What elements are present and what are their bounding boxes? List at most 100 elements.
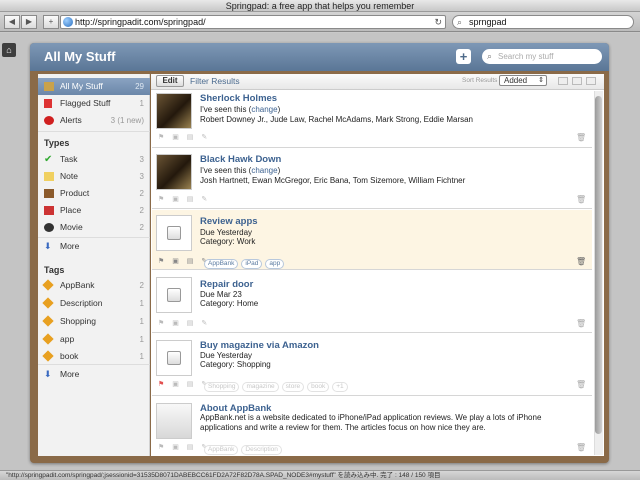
tag-chip[interactable]: book bbox=[307, 382, 330, 392]
item-action-icons[interactable]: ⚑ ▣ ▤ ✎ bbox=[158, 443, 210, 451]
item-due: Due Yesterday bbox=[200, 228, 253, 237]
filter-results-link[interactable]: Filter Results bbox=[190, 76, 240, 86]
sidebar-tag-shopping[interactable]: Shopping 1 bbox=[38, 313, 150, 330]
trash-icon[interactable]: 🗑 bbox=[576, 380, 586, 389]
film-reel-icon bbox=[44, 223, 54, 232]
tag-chip[interactable]: store bbox=[281, 382, 305, 392]
list-item[interactable]: Sherlock Holmes I've seen this (change) … bbox=[152, 91, 592, 148]
alert-icon bbox=[44, 116, 54, 125]
sidebar-item-count: 2 bbox=[139, 189, 144, 198]
sidebar-tag-book[interactable]: book 1 bbox=[38, 348, 150, 365]
tag-chip[interactable]: AppBank bbox=[204, 445, 239, 455]
trash-icon[interactable]: 🗑 bbox=[576, 133, 586, 142]
tag-icon bbox=[42, 350, 54, 362]
address-bar[interactable]: http://springpadit.com/springpad/ ↻ bbox=[60, 15, 446, 29]
tag-chip[interactable]: app bbox=[265, 259, 285, 269]
item-title[interactable]: Buy magazine via Amazon bbox=[200, 340, 319, 351]
sidebar-item-label: Note bbox=[60, 171, 78, 181]
scrollbar-thumb[interactable] bbox=[595, 96, 602, 434]
trash-icon[interactable]: 🗑 bbox=[576, 195, 586, 204]
item-title[interactable]: Review apps bbox=[200, 216, 258, 227]
address-text: http://springpadit.com/springpad/ bbox=[75, 17, 206, 27]
forward-button[interactable]: ▶ bbox=[21, 15, 37, 29]
sidebar-item-place[interactable]: Place 2 bbox=[38, 202, 150, 219]
divider bbox=[38, 364, 150, 365]
sidebar-item-label: More bbox=[60, 241, 80, 251]
checkbox-icon[interactable] bbox=[167, 288, 181, 302]
forward-arrow-icon: ▶ bbox=[25, 17, 33, 26]
add-bookmark-button[interactable]: + bbox=[43, 15, 59, 29]
item-action-icons[interactable]: ⚑ ▣ ▤ ✎ bbox=[158, 319, 210, 327]
item-due: Due Mar 23 bbox=[200, 290, 242, 299]
sort-select[interactable]: Added ⇕ bbox=[499, 75, 547, 86]
item-title[interactable]: Sherlock Holmes bbox=[200, 93, 277, 104]
tag-chip[interactable]: magazine bbox=[242, 382, 279, 392]
tag-chip[interactable]: AppBank bbox=[204, 259, 239, 269]
edit-button[interactable]: Edit bbox=[156, 75, 184, 87]
sidebar-item-count: 1 bbox=[139, 317, 144, 326]
tag-chip[interactable]: +1 bbox=[332, 382, 348, 392]
item-action-icons[interactable]: ⚑ ▣ ▤ ✎ bbox=[158, 380, 210, 388]
chevron-updown-icon: ⇕ bbox=[538, 77, 544, 84]
add-item-button[interactable]: + bbox=[456, 49, 471, 64]
back-button[interactable]: ◀ bbox=[4, 15, 20, 29]
trash-icon[interactable]: 🗑 bbox=[576, 319, 586, 328]
checkbox-icon[interactable] bbox=[167, 226, 181, 240]
sidebar-item-flagged[interactable]: Flagged Stuff 1 bbox=[38, 95, 150, 112]
sidebar-item-task[interactable]: ✔ Task 3 bbox=[38, 151, 150, 168]
item-title[interactable]: Repair door bbox=[200, 279, 253, 290]
item-action-icons[interactable]: ⚑ ▣ ▤ ✎ bbox=[158, 133, 210, 141]
item-action-icons[interactable]: ⚑ ▣ ▤ ✎ bbox=[158, 195, 210, 203]
app-search-input[interactable]: ⌕ Search my stuff bbox=[482, 49, 602, 64]
sidebar-item-count: 29 bbox=[135, 82, 144, 91]
compact-view-button[interactable] bbox=[572, 77, 582, 85]
sidebar-tag-appbank[interactable]: AppBank 2 bbox=[38, 277, 150, 294]
sidebar-item-movie[interactable]: Movie 2 bbox=[38, 219, 150, 236]
tag-chip[interactable]: iPad bbox=[241, 259, 263, 269]
sidebar-tag-app[interactable]: app 1 bbox=[38, 331, 150, 348]
sidebar-item-label: More bbox=[60, 369, 80, 379]
item-title[interactable]: Black Hawk Down bbox=[200, 154, 281, 165]
list-item[interactable]: Repair door Due Mar 23 Category: Home ⚑ … bbox=[152, 271, 592, 333]
flag-icon bbox=[44, 99, 52, 108]
browser-search-field[interactable]: ⌕ sprngpad bbox=[452, 15, 634, 29]
sidebar-item-label: AppBank bbox=[60, 280, 95, 290]
home-icon: ⌂ bbox=[6, 45, 12, 55]
reload-icon[interactable]: ↻ bbox=[434, 16, 442, 28]
trash-icon[interactable]: 🗑 bbox=[576, 443, 586, 452]
sort-label: Sort Results bbox=[462, 77, 498, 84]
list-view-button[interactable] bbox=[558, 77, 568, 85]
sidebar-item-count: 1 bbox=[139, 352, 144, 361]
item-tags: Shopping magazine store book +1 bbox=[204, 380, 351, 392]
change-link[interactable]: change bbox=[251, 166, 277, 175]
app-search-placeholder: Search my stuff bbox=[498, 52, 554, 61]
sidebar-types-more[interactable]: ⬇ More bbox=[38, 238, 150, 255]
trash-icon[interactable]: 🗑 bbox=[576, 257, 586, 266]
sidebar-item-alerts[interactable]: Alerts 3 (1 new) bbox=[38, 112, 150, 129]
flag-icon: ⚑ bbox=[158, 381, 168, 388]
list-item[interactable]: Black Hawk Down I've seen this (change) … bbox=[152, 149, 592, 209]
tag-chip[interactable]: Shopping bbox=[204, 382, 240, 392]
sidebar-item-label: Description bbox=[60, 298, 103, 308]
tag-icon bbox=[42, 279, 54, 291]
browser-search-text: sprngpad bbox=[469, 17, 507, 27]
sidebar-item-label: Flagged Stuff bbox=[60, 98, 111, 108]
sidebar-item-note[interactable]: Note 3 bbox=[38, 168, 150, 185]
change-link[interactable]: change bbox=[251, 105, 277, 114]
sidebar-item-product[interactable]: Product 2 bbox=[38, 185, 150, 202]
sidebar-tag-description[interactable]: Description 1 bbox=[38, 295, 150, 312]
grid-view-button[interactable] bbox=[586, 77, 596, 85]
movie-poster bbox=[156, 93, 192, 129]
sidebar-item-label: Movie bbox=[60, 222, 83, 232]
sidebar-item-all-my-stuff[interactable]: All My Stuff 29 bbox=[38, 78, 150, 95]
sidebar-tags-more[interactable]: ⬇ More bbox=[38, 366, 150, 383]
list-item[interactable]: Review apps Due Yesterday Category: Work… bbox=[152, 210, 592, 270]
tag-chip[interactable]: Description bbox=[241, 445, 282, 455]
list-item[interactable]: About AppBank AppBank.net is a website d… bbox=[152, 397, 592, 455]
home-button[interactable]: ⌂ bbox=[2, 43, 16, 57]
checkbox-icon[interactable] bbox=[167, 351, 181, 365]
item-action-icons[interactable]: ⚑ ▣ ▤ ✎ bbox=[158, 257, 210, 265]
sidebar-item-label: Alerts bbox=[60, 115, 82, 125]
list-item[interactable]: Buy magazine via Amazon Due Yesterday Ca… bbox=[152, 334, 592, 396]
sidebar-item-label: book bbox=[60, 351, 79, 361]
